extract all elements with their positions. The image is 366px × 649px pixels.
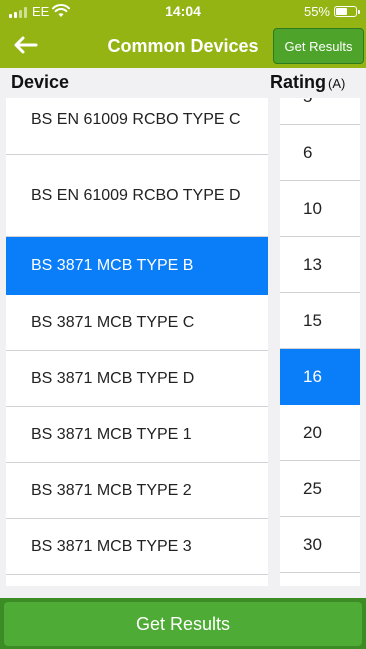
device-list-item[interactable]: BS 3871 MCB TYPE D	[6, 351, 268, 407]
device-item-label: BS 3871 MCB TYPE 1	[31, 425, 192, 443]
device-list-item[interactable]: BS 3871 MCB TYPE B	[6, 237, 268, 295]
device-list-item[interactable]: BS EN 61009 RCBO TYPE C	[6, 98, 268, 155]
device-column-header: Device	[11, 72, 70, 92]
rating-item-label: 10	[303, 198, 322, 218]
rating-item-label: 25	[303, 478, 322, 498]
rating-unit-label: (A)	[328, 76, 346, 91]
rating-list-item[interactable]: 25	[280, 461, 360, 517]
rating-list-item[interactable]: 5	[280, 98, 360, 125]
device-item-label: BS 3871 MCB TYPE C	[31, 313, 195, 331]
rating-item-label: 30	[303, 534, 322, 554]
rating-item-label: 15	[303, 310, 322, 330]
device-list-item[interactable]: BS EN 61009 RCBO TYPE D	[6, 155, 268, 237]
device-item-label: BS 3871 MCB TYPE D	[31, 369, 195, 387]
device-item-label: BS 3871 MCB TYPE B	[31, 256, 194, 274]
rating-item-label: 5	[303, 98, 312, 107]
rating-column-header: Rating (A)	[270, 72, 345, 93]
rating-list[interactable]: 5 6 10 13 15 16 20 25 30	[280, 98, 360, 586]
device-item-label: BS EN 61009 RCBO TYPE C	[31, 111, 241, 128]
battery-icon	[334, 6, 360, 17]
rating-list-item[interactable]: 6	[280, 125, 360, 181]
device-list-item[interactable]: BS 3871 MCB TYPE 1	[6, 407, 268, 463]
rating-item-label: 20	[303, 422, 322, 442]
device-list-item[interactable]: BS 3871 MCB TYPE 2	[6, 463, 268, 519]
device-item-label: BS 3871 MCB TYPE 2	[31, 481, 192, 499]
rating-item-label: 16	[303, 366, 322, 386]
get-results-header-button[interactable]: Get Results	[273, 28, 364, 64]
get-results-button[interactable]: Get Results	[4, 602, 362, 646]
top-bar: EE 14:04 55% Common Devices Get Results	[0, 0, 366, 68]
page-title: Common Devices	[107, 36, 259, 56]
bottom-bar: Get Results	[0, 598, 366, 649]
rating-item-label: 13	[303, 254, 322, 274]
rating-list-item[interactable]: 20	[280, 405, 360, 461]
rating-item-label: 6	[303, 142, 313, 162]
status-bar: EE 14:04 55%	[0, 0, 366, 24]
rating-list-item[interactable]: 15	[280, 293, 360, 349]
back-arrow-icon[interactable]	[12, 34, 38, 56]
device-item-label: BS EN 61009 RCBO TYPE D	[31, 186, 241, 204]
rating-list-item[interactable]: 16	[280, 349, 360, 405]
device-list-item[interactable]: BS 3871 MCB TYPE 3	[6, 519, 268, 575]
rating-list-item[interactable]: 13	[280, 237, 360, 293]
rating-list-item[interactable]: 10	[280, 181, 360, 237]
rating-list-item[interactable]: 30	[280, 517, 360, 573]
device-item-label: BS 3871 MCB TYPE 3	[31, 537, 192, 555]
rating-header-label: Rating	[270, 72, 326, 92]
device-list[interactable]: BS EN 61009 RCBO TYPE C BS EN 61009 RCBO …	[6, 98, 268, 586]
device-list-item[interactable]: BS 3871 MCB TYPE C	[6, 295, 268, 351]
battery-percentage: 55%	[303, 4, 330, 19]
